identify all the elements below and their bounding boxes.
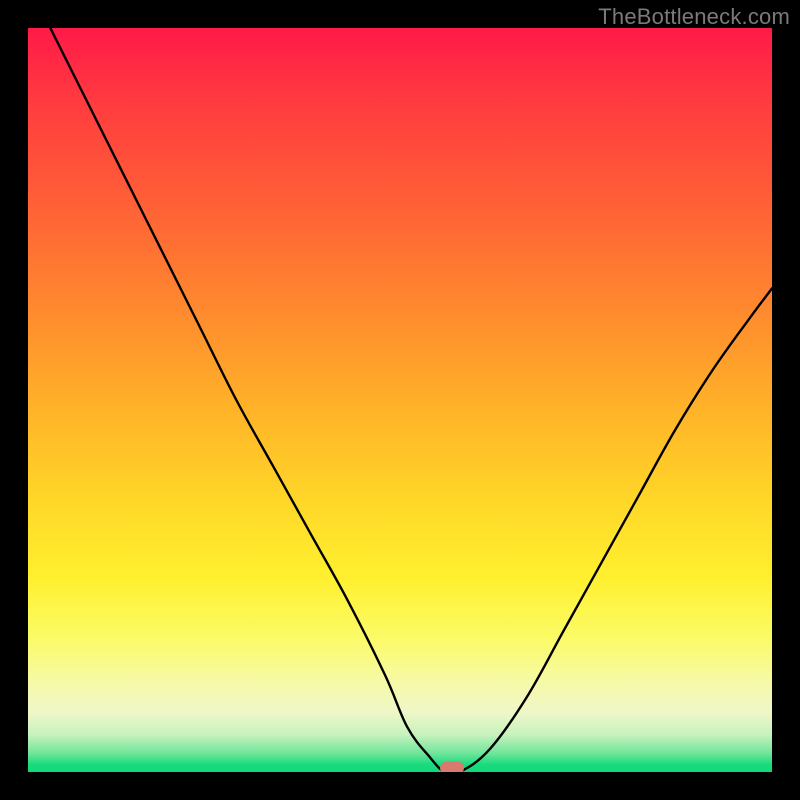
chart-frame: TheBottleneck.com [0,0,800,800]
bottleneck-curve [28,28,772,772]
plot-area [28,28,772,772]
curve-path [50,28,772,772]
watermark-text: TheBottleneck.com [598,4,790,30]
optimal-point-marker [440,762,464,772]
